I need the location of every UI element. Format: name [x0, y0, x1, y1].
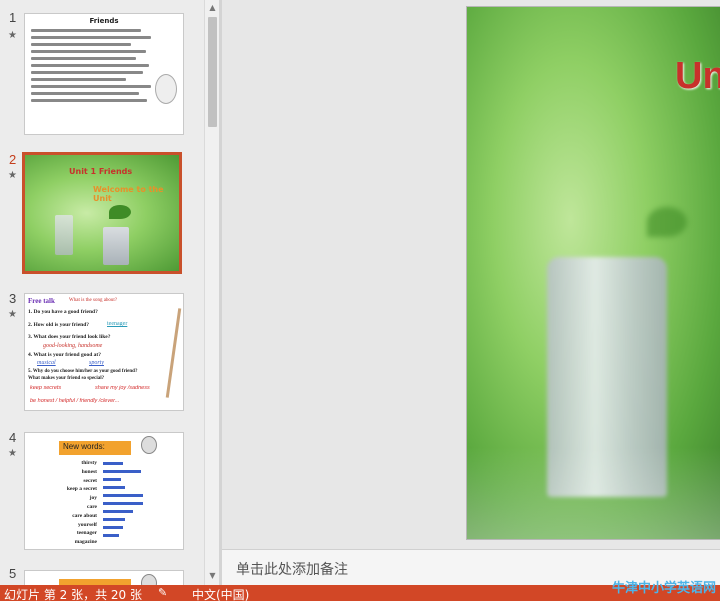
slide-counter: 幻灯片 第 2 张，共 20 张	[4, 588, 142, 601]
animation-star-icon: ★	[8, 170, 17, 181]
thumbnail-line: keep secrets	[30, 385, 62, 391]
thumbnail-number: 4	[9, 430, 17, 445]
leaf-graphic	[109, 205, 131, 219]
thumbnail-number: 3	[9, 291, 17, 306]
leaf-graphic	[647, 207, 687, 237]
thumbnail-line: 5. Why do you choose him/her as your goo…	[28, 369, 138, 374]
slide-thumbnail-1[interactable]: Friends	[24, 13, 184, 135]
branch-graphic	[165, 308, 182, 398]
slide-thumbnail-3[interactable]: Free talk What is the song about? 1. Do …	[24, 293, 184, 411]
animation-star-icon: ★	[8, 309, 17, 320]
thumbnail-heading: New words:	[63, 442, 105, 451]
definitions-block	[103, 460, 147, 544]
thumbnail-scrollbar[interactable]: ▲ ▼	[204, 0, 219, 585]
thumbnail-line: 1. Do you have a good friend?	[28, 309, 98, 315]
scrollbar-thumb[interactable]	[208, 17, 217, 127]
thumbnail-line: 2. How old is your friend?	[28, 322, 90, 328]
thumbnail-line: teenager	[107, 321, 128, 327]
notes-edit-icon[interactable]: ✎	[158, 586, 167, 599]
cartoon-icon	[141, 574, 157, 585]
thumbnail-heading: Free talk	[28, 297, 55, 305]
presentation-window: 1 ★ Friends 2 ★ Unit 1 Friends Welcome t…	[0, 0, 720, 601]
thumbnail-title: Unit 1 Friends	[69, 167, 133, 176]
cartoon-icon	[141, 436, 157, 454]
thumbnail-number: 2	[9, 152, 17, 167]
thumbnail-line: sporty	[89, 360, 104, 366]
thumbnail-number: 1	[9, 10, 17, 25]
thumbnail-line: 3. What does your friend look like?	[28, 334, 111, 340]
animation-star-icon: ★	[8, 30, 17, 41]
thumbnail-title: Friends	[89, 17, 119, 25]
thumbnail-line: share my joy /sadness	[95, 385, 150, 391]
slide-thumbnail-4[interactable]: New words: thirsty honest secret keep a …	[24, 432, 184, 550]
slide-thumbnail-pane: 1 ★ Friends 2 ★ Unit 1 Friends Welcome t…	[0, 0, 204, 585]
thumbnail-line: musical	[37, 360, 56, 366]
status-bar: 幻灯片 第 2 张，共 20 张 ✎ 中文(中国) 牛津中小学英语网	[0, 581, 720, 601]
slide-thumbnail-5[interactable]	[24, 570, 184, 585]
thumbnail-number: 5	[9, 566, 17, 581]
scroll-down-arrow-icon[interactable]: ▼	[205, 568, 220, 583]
thumbnail-line: 4. What is your friend good at?	[28, 352, 101, 358]
table-surface	[467, 447, 720, 539]
language-indicator[interactable]: 中文(中国)	[192, 586, 249, 601]
plant-pot-graphic	[55, 215, 73, 255]
watermark-logo: 牛津中小学英语网	[611, 581, 716, 596]
thumbnail-line: What makes your friend so special?	[28, 376, 105, 381]
current-slide[interactable]: Uni	[466, 6, 720, 540]
slide-editor[interactable]: Uni	[222, 0, 720, 549]
cartoon-panda-icon	[155, 74, 177, 104]
thumbnail-subheading: What is the song about?	[69, 298, 118, 303]
thumbnail-line: be honest / helpful / friendly /clever..…	[30, 398, 120, 404]
slide-thumbnail-2[interactable]: Unit 1 Friends Welcome to the Unit	[22, 152, 182, 274]
word-list: thirsty honest secret keep a secret joy …	[66, 460, 97, 546]
plant-pot-graphic	[103, 227, 129, 265]
slide-title[interactable]: Uni	[675, 55, 720, 98]
animation-star-icon: ★	[8, 448, 17, 459]
notes-placeholder[interactable]: 单击此处添加备注	[236, 559, 348, 579]
scroll-up-arrow-icon[interactable]: ▲	[205, 0, 220, 15]
thumbnail-subtitle: Welcome to the Unit	[93, 185, 164, 203]
thumbnail-line: good-looking, handsome	[43, 343, 103, 349]
